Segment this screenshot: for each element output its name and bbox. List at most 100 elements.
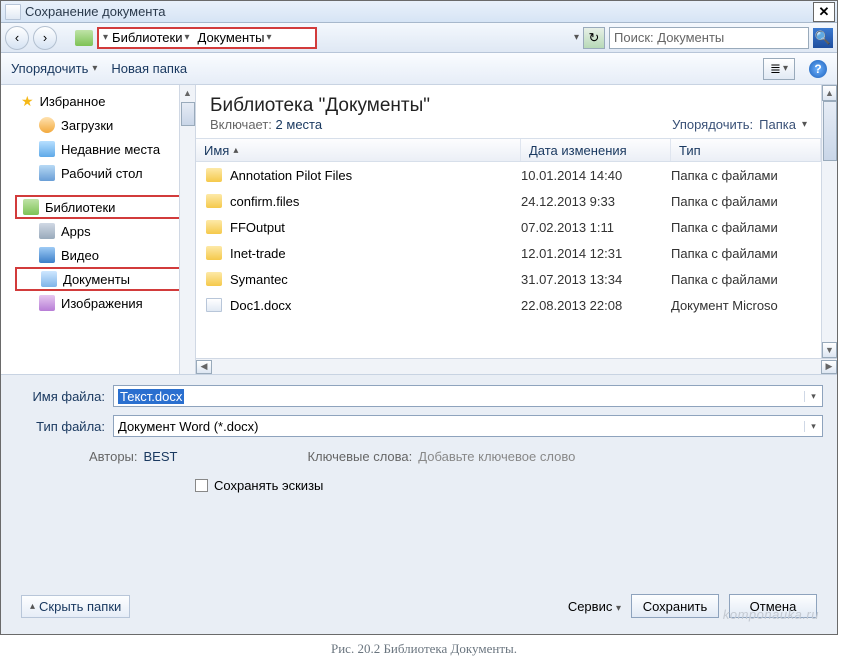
- filename-value: Текст.docx: [118, 389, 184, 404]
- filename-input[interactable]: Текст.docx ▾: [113, 385, 823, 407]
- tree-scrollbar[interactable]: ▲: [179, 85, 195, 374]
- scroll-up-icon[interactable]: ▲: [180, 85, 195, 101]
- folder-icon: [206, 220, 222, 234]
- authors-value[interactable]: BEST: [144, 449, 178, 464]
- figure-caption: Рис. 20.2 Библиотека Документы.: [0, 635, 848, 663]
- search-icon[interactable]: 🔍: [813, 28, 833, 48]
- video-icon: [39, 247, 55, 263]
- folder-icon: [206, 194, 222, 208]
- table-row[interactable]: FFOutput07.02.2013 1:11Папка с файлами: [196, 214, 837, 240]
- folder-icon: [206, 168, 222, 182]
- includes-value[interactable]: 2 места: [276, 117, 323, 132]
- titlebar[interactable]: Сохранение документа ✕: [1, 1, 837, 23]
- word-icon: [5, 4, 21, 20]
- column-name[interactable]: Имя ▴: [196, 139, 521, 161]
- file-type: Папка с файлами: [671, 246, 821, 261]
- breadcrumb-libraries[interactable]: Библиотеки ▾: [108, 30, 193, 45]
- tree-recent[interactable]: Недавние места: [1, 137, 195, 161]
- tree-documents[interactable]: Документы: [15, 267, 195, 291]
- close-button[interactable]: ✕: [813, 2, 835, 22]
- nav-back-button[interactable]: ‹: [5, 26, 29, 50]
- new-folder-button[interactable]: Новая папка: [111, 61, 187, 76]
- main-panel: Библиотека "Документы" Включает: 2 места…: [196, 85, 837, 374]
- table-row[interactable]: Symantec 31.07.2013 13:34Папка с файлами: [196, 266, 837, 292]
- star-icon: ★: [21, 93, 34, 110]
- column-date[interactable]: Дата изменения: [521, 139, 671, 161]
- keywords-value[interactable]: Добавьте ключевое слово: [418, 449, 575, 464]
- breadcrumb-documents[interactable]: Документы ▾: [194, 30, 276, 45]
- table-row[interactable]: Doc1.docx22.08.2013 22:08Документ Micros…: [196, 292, 837, 318]
- list-hscrollbar[interactable]: ◀ ▶: [196, 358, 837, 374]
- nav-forward-button[interactable]: ›: [33, 26, 57, 50]
- save-thumbnails-checkbox[interactable]: Сохранять эскизы: [15, 474, 823, 503]
- help-button[interactable]: ?: [809, 60, 827, 78]
- file-name: Symantec: [230, 272, 288, 287]
- sort-asc-icon: ▴: [233, 145, 238, 156]
- file-type: Папка с файлами: [671, 168, 821, 183]
- file-date: 22.08.2013 22:08: [521, 298, 671, 313]
- library-icon: [23, 199, 39, 215]
- scroll-right-icon[interactable]: ▶: [821, 360, 837, 374]
- save-form: Имя файла: Текст.docx ▾ Тип файла: Докум…: [1, 375, 837, 509]
- chevron-up-icon: ▴: [30, 601, 35, 612]
- table-row[interactable]: confirm.files 24.12.2013 9:33Папка с файл…: [196, 188, 837, 214]
- hide-folders-button[interactable]: ▴Скрыть папки: [21, 595, 130, 618]
- file-icon: [206, 298, 222, 312]
- cancel-button[interactable]: Отмена: [729, 594, 817, 618]
- tree-libraries[interactable]: Библиотеки: [15, 195, 195, 219]
- tree-images[interactable]: Изображения: [1, 291, 195, 315]
- file-name: Annotation Pilot Files: [230, 168, 352, 183]
- checkbox-icon: [195, 479, 208, 492]
- tree-downloads[interactable]: Загрузки: [1, 113, 195, 137]
- keywords-label: Ключевые слова:: [307, 449, 412, 464]
- chevron-down-icon[interactable]: ▾: [804, 391, 822, 402]
- file-type: Папка с файлами: [671, 272, 821, 287]
- file-date: 31.07.2013 13:34: [521, 272, 671, 287]
- tree-apps[interactable]: Apps: [1, 219, 195, 243]
- chevron-down-icon: ▾: [802, 119, 807, 130]
- desktop-icon: [39, 165, 55, 181]
- column-headers: Имя ▴ Дата изменения Тип: [196, 138, 837, 162]
- folder-icon: [206, 246, 222, 260]
- file-name: confirm.files: [230, 194, 299, 209]
- file-type: Документ Microso: [671, 298, 821, 313]
- arrange-by[interactable]: Упорядочить: Папка ▾: [672, 117, 807, 132]
- file-type: Папка с файлами: [671, 194, 821, 209]
- filetype-select[interactable]: Документ Word (*.docx) ▾: [113, 415, 823, 437]
- scroll-down-icon[interactable]: ▼: [822, 342, 837, 358]
- view-options-button[interactable]: ≣ ▾: [763, 58, 795, 80]
- file-type: Папка с файлами: [671, 220, 821, 235]
- tools-button[interactable]: Сервис ▾: [568, 599, 621, 614]
- images-icon: [39, 295, 55, 311]
- breadcrumb[interactable]: ▾ Библиотеки ▾ Документы ▾: [97, 27, 317, 49]
- column-type[interactable]: Тип: [671, 139, 821, 161]
- folder-icon: [206, 272, 222, 286]
- toolbar: Упорядочить ▾ Новая папка ≣ ▾ ?: [1, 53, 837, 85]
- refresh-button[interactable]: ↻: [583, 27, 605, 49]
- scroll-up-icon[interactable]: ▲: [822, 85, 837, 101]
- table-row[interactable]: Inet-trade12.01.2014 12:31Папка с файлам…: [196, 240, 837, 266]
- organize-button[interactable]: Упорядочить ▾: [11, 61, 97, 76]
- apps-icon: [39, 223, 55, 239]
- list-vscrollbar[interactable]: ▲ ▼: [821, 85, 837, 358]
- chevron-down-icon[interactable]: ▾: [804, 421, 822, 432]
- scroll-thumb[interactable]: [181, 102, 195, 126]
- tree-video[interactable]: Видео: [1, 243, 195, 267]
- tree-favorites[interactable]: ★Избранное: [1, 89, 195, 113]
- file-date: 24.12.2013 9:33: [521, 194, 671, 209]
- search-input[interactable]: Поиск: Документы: [609, 27, 809, 49]
- history-dropdown[interactable]: ▾: [574, 32, 579, 43]
- table-row[interactable]: Annotation Pilot Files 10.01.2014 14:40Па…: [196, 162, 837, 188]
- search-placeholder: Поиск: Документы: [614, 30, 804, 45]
- tree-desktop[interactable]: Рабочий стол: [1, 161, 195, 185]
- scroll-thumb[interactable]: [823, 101, 837, 161]
- authors-label: Авторы:: [89, 449, 138, 464]
- filetype-label: Тип файла:: [15, 419, 105, 434]
- scroll-left-icon[interactable]: ◀: [196, 360, 212, 374]
- file-date: 10.01.2014 14:40: [521, 168, 671, 183]
- save-button[interactable]: Сохранить: [631, 594, 719, 618]
- documents-icon: [41, 271, 57, 287]
- file-name: FFOutput: [230, 220, 285, 235]
- file-list: Annotation Pilot Files10.01.2014 14:40Па…: [196, 162, 837, 358]
- download-icon: [39, 117, 55, 133]
